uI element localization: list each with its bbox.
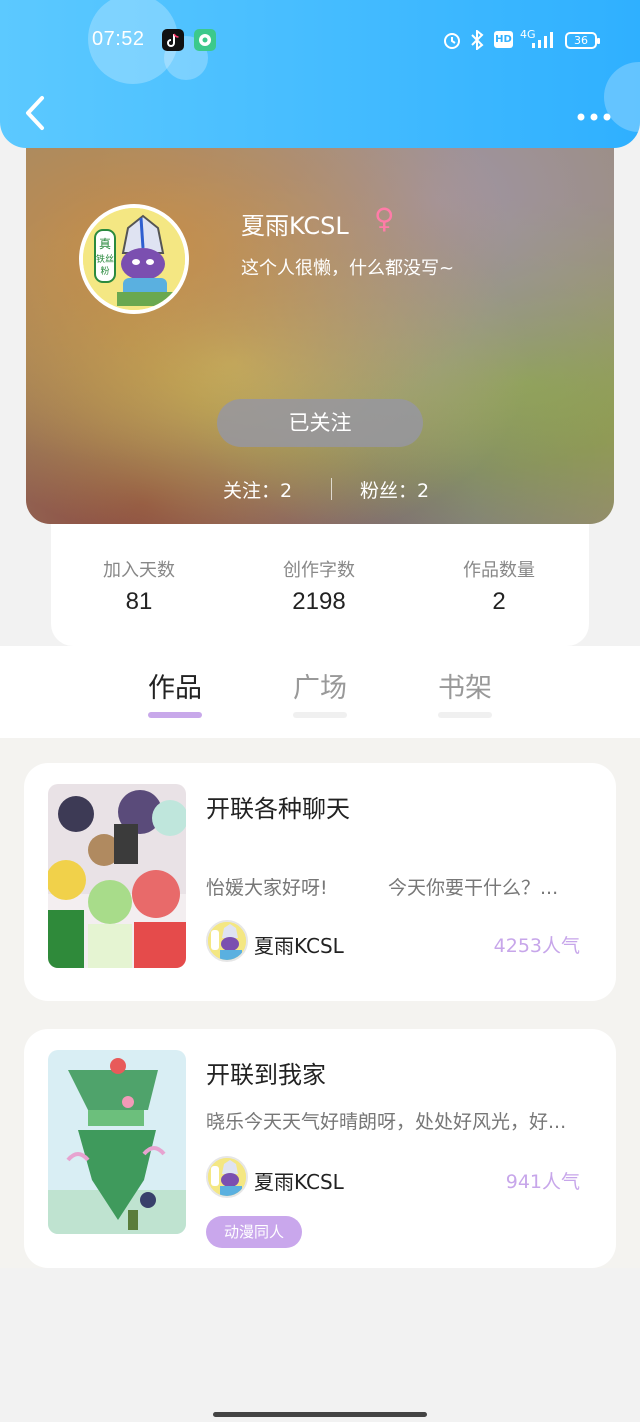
author-avatar[interactable] bbox=[206, 1156, 248, 1198]
stats-card: 加入天数 81 创作字数 2198 作品数量 2 bbox=[51, 510, 589, 646]
battery-icon: 36 bbox=[565, 32, 600, 49]
status-time: 07:52 bbox=[92, 28, 145, 50]
chevron-left-icon bbox=[26, 96, 44, 130]
author-name: 夏雨KCSL bbox=[254, 1170, 344, 1194]
profile-hero: 真 铁丝 粉 夏雨KCSL ♀ 这个人很懒，什么都没写~ 已关注 关注：2 粉丝… bbox=[26, 120, 614, 524]
author-name: 夏雨KCSL bbox=[254, 934, 344, 958]
svg-text:铁丝: 铁丝 bbox=[96, 253, 114, 265]
stat-word-count: 创作字数 2198 bbox=[249, 556, 389, 616]
work-title[interactable]: 开联到我家 bbox=[206, 1055, 326, 1090]
home-indicator[interactable] bbox=[213, 1412, 427, 1417]
work-card[interactable]: 开联各种聊天 怡媛大家好呀! 今天你要干什么？... 夏雨KCSL 4253人气 bbox=[24, 763, 616, 1001]
work-cover-image[interactable] bbox=[48, 1050, 186, 1234]
stat-value: 2 bbox=[492, 588, 506, 615]
avatar[interactable]: 真 铁丝 粉 bbox=[79, 204, 189, 314]
profile-username: 夏雨KCSL bbox=[241, 212, 349, 240]
stat-label: 加入天数 bbox=[103, 560, 175, 581]
work-cover-image[interactable] bbox=[48, 784, 186, 968]
svg-text:粉: 粉 bbox=[100, 265, 109, 277]
tab-square[interactable]: 广场 bbox=[270, 666, 370, 705]
popularity-count: 941人气 bbox=[505, 1171, 580, 1193]
stat-value: 81 bbox=[125, 588, 153, 615]
tab-square-indicator bbox=[293, 712, 347, 718]
tab-bookshelf[interactable]: 书架 bbox=[415, 666, 515, 705]
more-button[interactable] bbox=[576, 108, 612, 121]
female-gender-icon: ♀ bbox=[374, 202, 395, 235]
message-app-icon bbox=[194, 29, 216, 51]
more-dots-icon bbox=[577, 113, 611, 121]
follow-button[interactable]: 已关注 bbox=[217, 399, 423, 447]
tab-works-indicator bbox=[148, 712, 202, 718]
tab-bookshelf-indicator bbox=[438, 712, 492, 718]
back-button[interactable] bbox=[22, 94, 48, 132]
popularity-count: 4253人气 bbox=[493, 935, 580, 957]
header-bar: 07:52 HD 4G 36 bbox=[0, 0, 640, 148]
work-description: 怡媛大家好呀! 今天你要干什么？... bbox=[206, 877, 559, 899]
category-tag[interactable]: 动漫同人 bbox=[206, 1216, 302, 1248]
tiktok-icon bbox=[162, 29, 184, 51]
hd-icon: HD bbox=[494, 31, 513, 48]
work-description: 晓乐今天天气好晴朗呀，处处好风光，好... bbox=[206, 1111, 567, 1133]
alarm-icon bbox=[442, 30, 462, 54]
work-title[interactable]: 开联各种聊天 bbox=[206, 789, 350, 824]
following-count[interactable]: 关注：2 bbox=[223, 476, 292, 503]
author-avatar[interactable] bbox=[206, 920, 248, 962]
stat-label: 作品数量 bbox=[463, 560, 535, 581]
fans-count[interactable]: 粉丝：2 bbox=[360, 476, 429, 503]
svg-text:真: 真 bbox=[99, 237, 111, 251]
follow-counts: 关注：2 粉丝：2 bbox=[26, 474, 614, 504]
stat-label: 创作字数 bbox=[283, 560, 355, 581]
tab-bar: 作品 广场 书架 bbox=[0, 646, 640, 738]
tab-works[interactable]: 作品 bbox=[125, 666, 225, 705]
stat-join-days: 加入天数 81 bbox=[69, 556, 209, 616]
signal-icon bbox=[530, 30, 554, 54]
work-card[interactable]: 开联到我家 晓乐今天天气好晴朗呀，处处好风光，好... 夏雨KCSL 941人气… bbox=[24, 1029, 616, 1268]
divider bbox=[331, 478, 332, 500]
profile-bio: 这个人很懒，什么都没写~ bbox=[241, 258, 455, 279]
stat-value: 2198 bbox=[292, 588, 346, 615]
stat-work-count: 作品数量 2 bbox=[429, 556, 569, 616]
status-bar: 07:52 HD 4G 36 bbox=[0, 24, 640, 60]
bluetooth-icon bbox=[470, 28, 484, 54]
